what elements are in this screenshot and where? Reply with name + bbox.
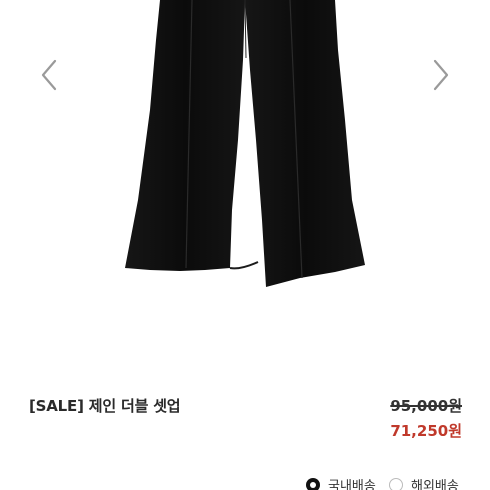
chevron-right-icon [433, 59, 449, 91]
gallery-next-button[interactable] [430, 55, 452, 95]
product-title: [SALE] 제인 더블 셋업 [29, 397, 181, 415]
shipping-overseas-label: 해외배송 [411, 479, 459, 490]
product-detail-page: [SALE] 제인 더블 셋업 95,000원 71,250원 국내배송 해외배… [0, 0, 490, 490]
product-image [125, 0, 365, 287]
shipping-option-domestic[interactable]: 국내배송 [306, 475, 376, 490]
gallery-prev-button[interactable] [38, 55, 60, 95]
radio-unchecked-icon[interactable] [389, 477, 403, 490]
shipping-option-overseas[interactable]: 해외배송 [389, 475, 459, 490]
radio-checked-icon[interactable] [306, 477, 320, 490]
original-price: 95,000원 [390, 397, 462, 415]
shipping-domestic-label: 국내배송 [328, 479, 376, 490]
sale-price: 71,250원 [390, 422, 462, 440]
chevron-left-icon [41, 59, 57, 91]
